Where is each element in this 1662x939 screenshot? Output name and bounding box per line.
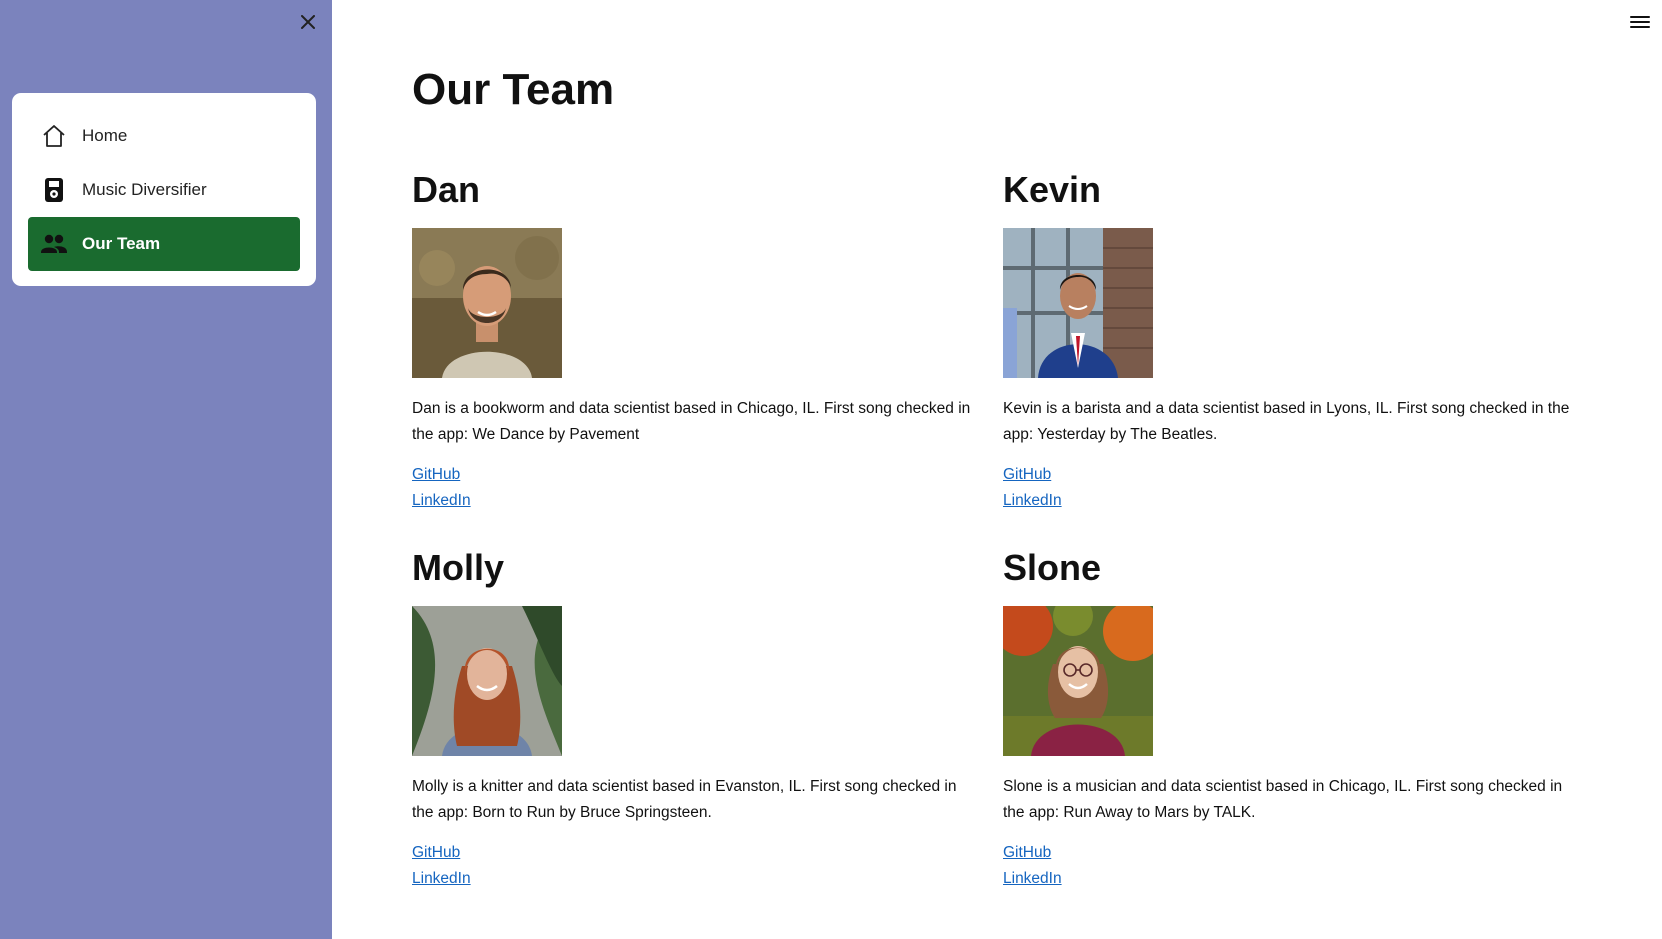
sidebar: Home Music Diversifier Our Team bbox=[0, 0, 332, 939]
member-photo bbox=[1003, 606, 1153, 756]
linkedin-link[interactable]: LinkedIn bbox=[412, 488, 471, 514]
sidebar-item-our-team[interactable]: Our Team bbox=[28, 217, 300, 271]
member-name: Slone bbox=[1003, 547, 1102, 588]
member-photo bbox=[1003, 228, 1153, 378]
linkedin-link[interactable]: LinkedIn bbox=[1003, 488, 1062, 514]
linkedin-link[interactable]: LinkedIn bbox=[1003, 866, 1062, 892]
house-icon bbox=[40, 122, 68, 150]
close-icon[interactable] bbox=[296, 10, 320, 34]
sidebar-item-home[interactable]: Home bbox=[28, 109, 300, 163]
member-name: Dan bbox=[412, 169, 481, 210]
member-photo bbox=[412, 606, 562, 756]
team-member-card: Molly Molly is a knitter and data scient… bbox=[412, 546, 1003, 892]
member-name: Molly bbox=[412, 547, 505, 588]
hamburger-icon[interactable] bbox=[1630, 12, 1650, 32]
member-photo bbox=[412, 228, 562, 378]
github-link[interactable]: GitHub bbox=[1003, 840, 1051, 866]
member-bio: Slone is a musician and data scientist b… bbox=[1003, 778, 1563, 821]
app-root: Home Music Diversifier Our Team Our Team bbox=[0, 0, 1662, 939]
team-member-card: Kevin Kevin is a barista and a data scie… bbox=[1003, 168, 1592, 514]
team-grid: Dan Dan is a bookworm and data scientist… bbox=[412, 168, 1592, 892]
linkedin-link[interactable]: LinkedIn bbox=[412, 866, 471, 892]
sidebar-item-label: Our Team bbox=[82, 234, 161, 253]
music-player-icon bbox=[40, 176, 68, 204]
member-name: Kevin bbox=[1003, 169, 1102, 210]
sidebar-item-label: Music Diversifier bbox=[82, 180, 207, 199]
sidebar-item-label: Home bbox=[82, 126, 128, 145]
github-link[interactable]: GitHub bbox=[412, 462, 460, 488]
github-link[interactable]: GitHub bbox=[412, 840, 460, 866]
member-bio: Dan is a bookworm and data scientist bas… bbox=[412, 400, 971, 443]
people-icon bbox=[40, 230, 68, 258]
member-bio: Molly is a knitter and data scientist ba… bbox=[412, 778, 957, 821]
main-content: Our Team Dan Dan is a bookworm and data … bbox=[412, 60, 1592, 892]
github-link[interactable]: GitHub bbox=[1003, 462, 1051, 488]
sidebar-nav: Home Music Diversifier Our Team bbox=[12, 93, 316, 286]
member-bio: Kevin is a barista and a data scientist … bbox=[1003, 400, 1570, 443]
sidebar-item-music-diversifier[interactable]: Music Diversifier bbox=[28, 163, 300, 217]
team-member-card: Dan Dan is a bookworm and data scientist… bbox=[412, 168, 1003, 514]
page-title: Our Team bbox=[412, 65, 615, 114]
team-member-card: Slone Slone is a musician and data scien… bbox=[1003, 546, 1592, 892]
